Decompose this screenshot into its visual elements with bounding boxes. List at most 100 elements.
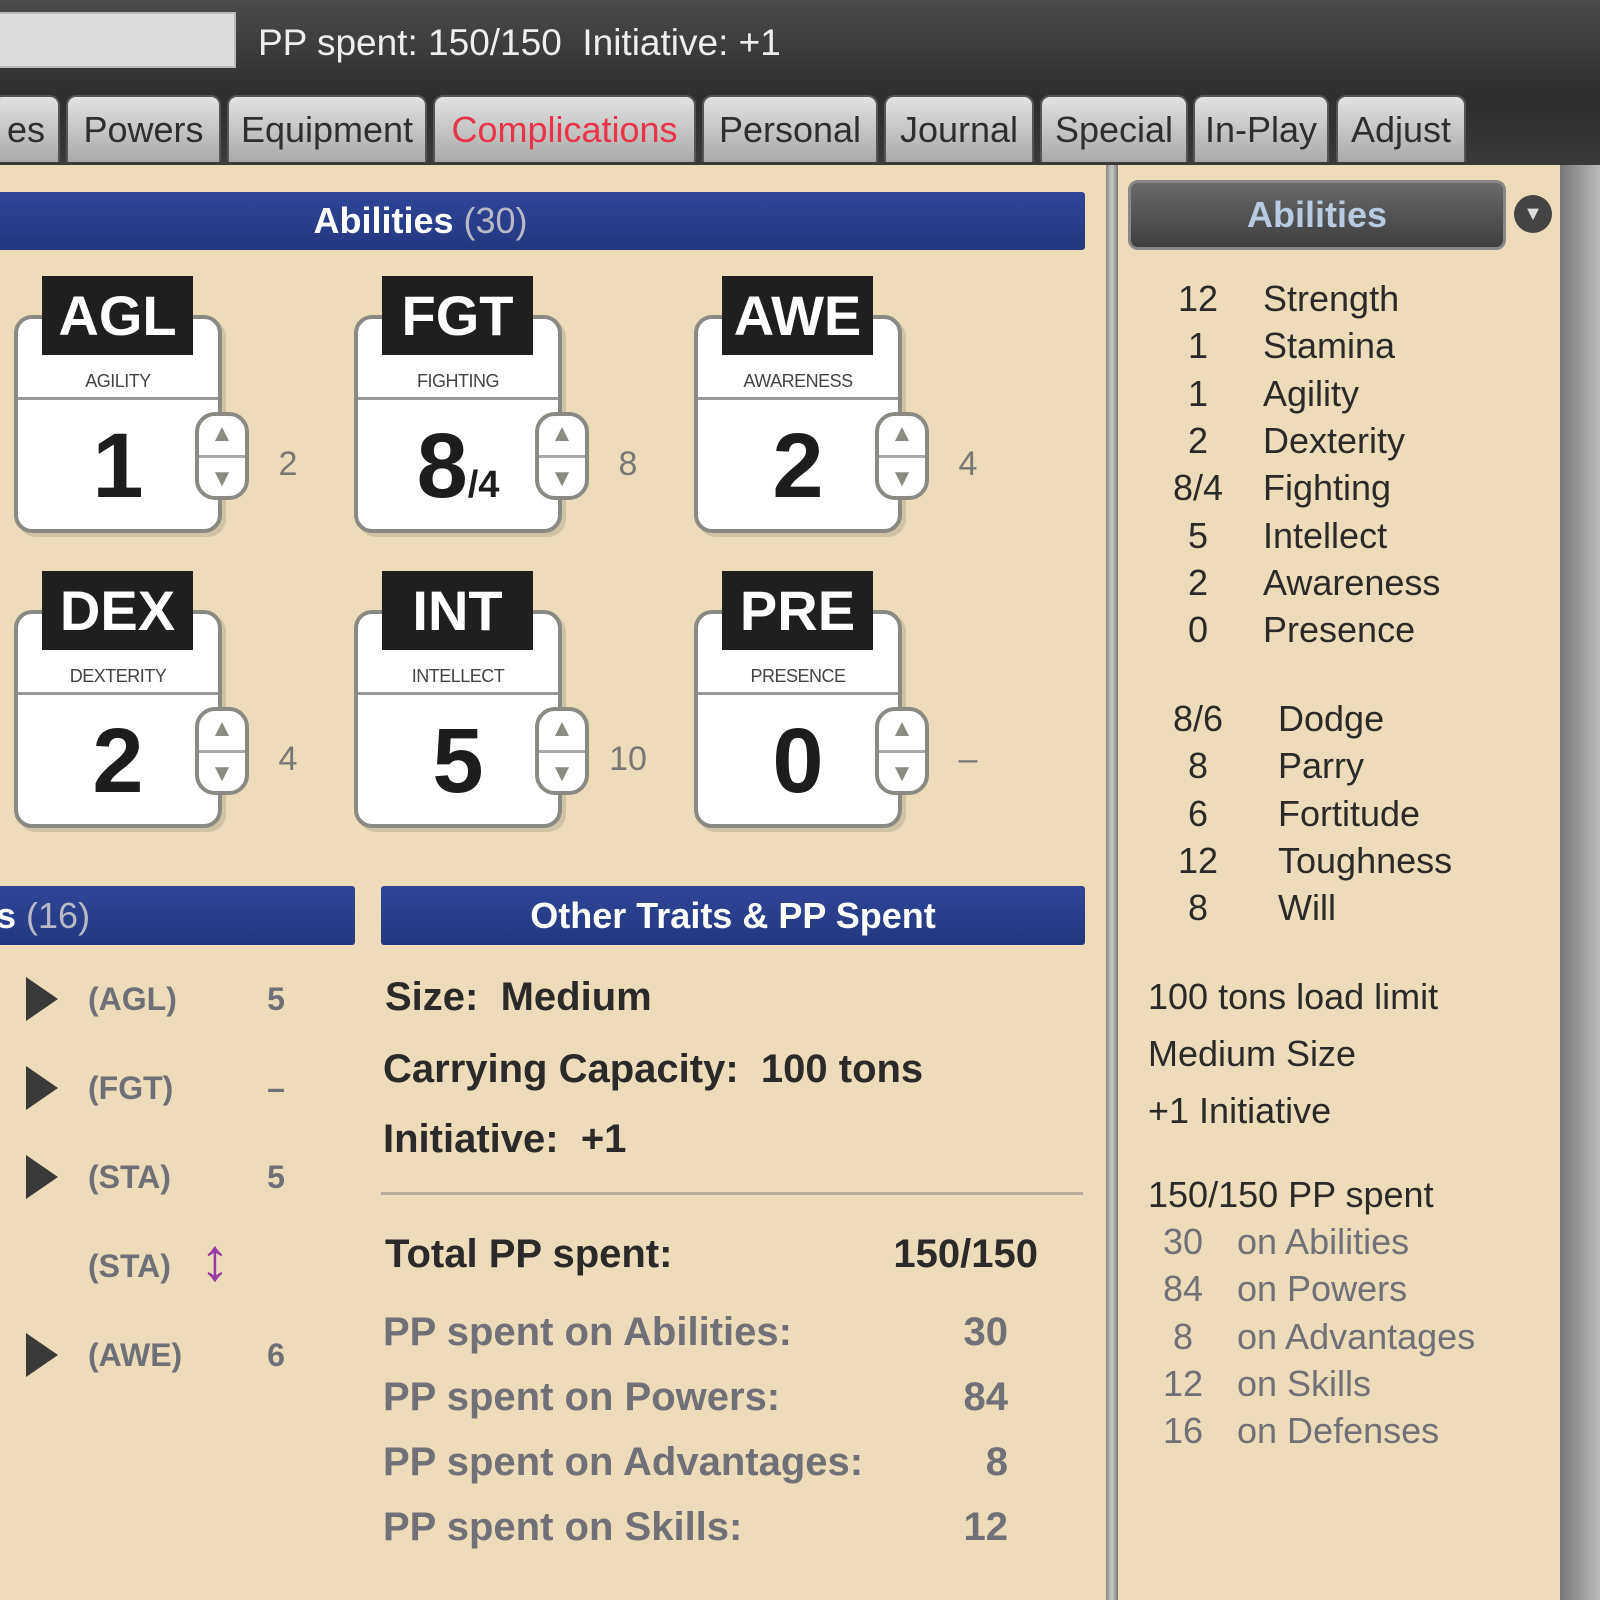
ability-value[interactable]: 0	[698, 709, 898, 814]
ability-abbr: FGT	[382, 276, 533, 355]
side-ability-value: 0	[1187, 609, 1209, 651]
side-pp-value: 16	[1162, 1410, 1204, 1452]
ability-abbr: DEX	[42, 571, 193, 650]
pp-row-label: PP spent on Abilities:	[383, 1310, 792, 1354]
expand-triangle-icon[interactable]	[26, 977, 58, 1021]
increment-arrow-icon[interactable]: ▲	[550, 715, 574, 743]
decrement-arrow-icon[interactable]: ▼	[890, 760, 914, 788]
ability-stepper[interactable]: ▲ ▼	[535, 412, 589, 500]
side-ability-value: 2	[1187, 419, 1209, 461]
decrement-arrow-icon[interactable]: ▼	[550, 465, 574, 493]
ability-cost: 10	[609, 740, 647, 778]
decrement-arrow-icon[interactable]: ▼	[890, 465, 914, 493]
decrement-arrow-icon[interactable]: ▼	[210, 760, 234, 788]
ability-value[interactable]: 8/4	[358, 414, 558, 519]
abilities-count: (30)	[463, 200, 528, 241]
total-pp-label: Total PP spent:	[385, 1232, 673, 1276]
side-ability-value: 8/4	[1172, 467, 1224, 509]
ability-stepper[interactable]: ▲ ▼	[195, 707, 249, 795]
side-pp-value: 30	[1162, 1221, 1204, 1262]
pp-row-label: PP spent on Powers:	[383, 1375, 781, 1419]
dropdown-arrow-icon[interactable]: ▼	[1514, 195, 1552, 233]
ability-full-name: AGILITY	[85, 371, 151, 391]
defense-value: 5	[267, 1159, 285, 1195]
side-ability-value: 12	[1177, 278, 1219, 319]
side-view-label: Abilities	[1246, 194, 1388, 235]
ability-value[interactable]: 2	[18, 709, 218, 814]
side-ability-name: Strength	[1263, 278, 1400, 319]
side-pp-label: on Defenses	[1237, 1410, 1440, 1452]
pp-row-label: PP spent on Advantages:	[383, 1440, 864, 1484]
side-note: 100 tons load limit	[1148, 976, 1439, 1017]
pp-row-label: PP spent on Skills:	[383, 1505, 743, 1549]
tab-complications[interactable]: Complications	[433, 95, 696, 162]
increment-arrow-icon[interactable]: ▲	[890, 715, 914, 743]
defense-ability: (FGT)	[88, 1070, 174, 1106]
side-ability-name: Dexterity	[1263, 419, 1406, 461]
pp-row-value: 8	[985, 1440, 1008, 1484]
tab-adjust[interactable]: Adjust	[1336, 95, 1466, 162]
tab-advantages[interactable]: es	[0, 95, 60, 162]
up-down-arrow-icon[interactable]: ↕	[200, 1230, 230, 1290]
ability-cost: 2	[278, 445, 298, 483]
increment-arrow-icon[interactable]: ▲	[210, 420, 234, 448]
ability-abbr: AWE	[722, 276, 873, 355]
ability-cost: –	[958, 740, 978, 778]
ability-stepper[interactable]: ▲ ▼	[875, 707, 929, 795]
side-defense-name: Fortitude	[1278, 792, 1421, 834]
side-defense-name: Parry	[1278, 745, 1365, 787]
defense-ability: (AGL)	[88, 981, 177, 1017]
side-pp-value: 12	[1162, 1362, 1204, 1404]
ability-full-name: INTELLECT	[411, 666, 505, 686]
increment-arrow-icon[interactable]: ▲	[890, 420, 914, 448]
decrement-arrow-icon[interactable]: ▼	[210, 465, 234, 493]
ability-full-name: DEXTERITY	[69, 666, 167, 686]
ability-stepper[interactable]: ▲ ▼	[875, 412, 929, 500]
side-ability-name: Agility	[1263, 372, 1360, 414]
increment-arrow-icon[interactable]: ▲	[210, 715, 234, 743]
ability-cost: 8	[618, 445, 638, 483]
side-defense-value: 8/6	[1172, 698, 1224, 739]
expand-triangle-icon[interactable]	[26, 1333, 58, 1377]
other-traits-header: Other Traits & PP Spent	[381, 886, 1085, 945]
decrement-arrow-icon[interactable]: ▼	[550, 760, 574, 788]
side-view-dropdown[interactable]: Abilities	[1128, 180, 1506, 250]
side-note: Medium Size	[1148, 1033, 1357, 1074]
side-scrollbar[interactable]	[1560, 165, 1600, 1600]
ability-stepper[interactable]: ▲ ▼	[195, 412, 249, 500]
total-pp-value: 150/150	[893, 1232, 1038, 1276]
pp-row-value: 84	[963, 1375, 1009, 1419]
tab-in-play[interactable]: In-Play	[1193, 95, 1329, 162]
defense-value: –	[267, 1070, 285, 1106]
pp-row-value: 30	[963, 1310, 1009, 1354]
ability-value[interactable]: 2	[698, 414, 898, 519]
ability-full-name: FIGHTING	[417, 371, 500, 391]
expand-triangle-icon[interactable]	[26, 1066, 58, 1110]
ability-stepper[interactable]: ▲ ▼	[535, 707, 589, 795]
separator	[381, 1192, 1083, 1195]
side-ability-value: 1	[1187, 325, 1209, 367]
ability-value[interactable]: 5	[358, 709, 558, 814]
defense-ability: (STA)	[88, 1248, 171, 1284]
abilities-title: Abilities	[313, 200, 454, 241]
side-pp-value: 8	[1172, 1315, 1194, 1357]
expand-triangle-icon[interactable]	[26, 1155, 58, 1199]
side-ability-value: 5	[1187, 514, 1209, 556]
ability-value[interactable]: 1	[18, 414, 218, 519]
side-pp-label: on Powers	[1237, 1268, 1408, 1310]
increment-arrow-icon[interactable]: ▲	[550, 420, 574, 448]
tab-journal[interactable]: Journal	[884, 95, 1034, 162]
side-defense-name: Will	[1278, 887, 1336, 929]
panel-divider[interactable]	[1106, 165, 1118, 1600]
ability-cost: 4	[958, 445, 978, 483]
character-name-input[interactable]	[0, 12, 236, 68]
tab-special[interactable]: Special	[1040, 95, 1188, 162]
side-pp-total: 150/150 PP spent	[1148, 1174, 1434, 1215]
ability-abbr: INT	[382, 571, 533, 650]
side-ability-name: Awareness	[1263, 561, 1441, 603]
side-defense-name: Dodge	[1278, 698, 1385, 739]
tab-equipment[interactable]: Equipment	[227, 95, 427, 162]
side-ability-name: Intellect	[1263, 514, 1388, 556]
tab-personal[interactable]: Personal	[702, 95, 878, 162]
tab-powers[interactable]: Powers	[66, 95, 221, 162]
